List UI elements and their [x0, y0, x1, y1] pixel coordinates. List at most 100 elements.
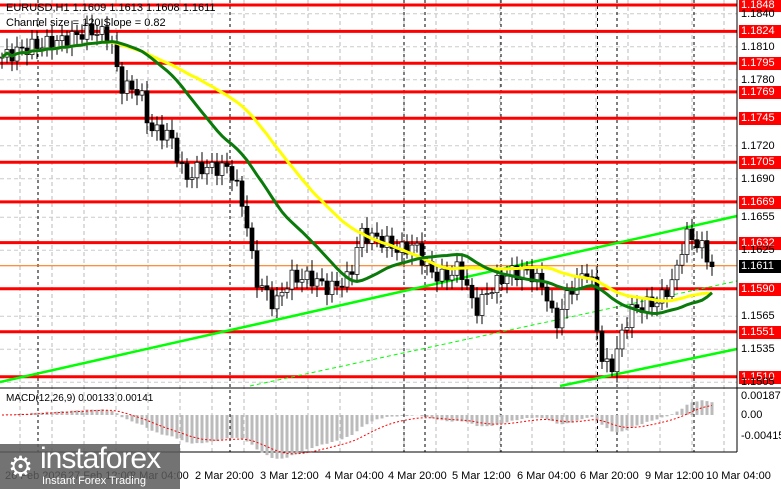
logo-tagline: Instant Forex Trading: [42, 475, 146, 487]
price-label: 1.1625: [741, 244, 775, 257]
candle-body: [564, 290, 570, 310]
price-chart[interactable]: [0, 0, 781, 489]
candle-body: [129, 80, 135, 90]
candle-body: [704, 240, 710, 263]
candle-body: [274, 295, 280, 310]
macd-bar: [225, 415, 229, 439]
macd-bar: [245, 415, 249, 442]
macd-bar: [445, 415, 449, 422]
macd-bar: [480, 415, 484, 427]
price-label: 1.1840: [741, 7, 775, 20]
price-label: 1.1824: [739, 25, 781, 39]
price-label: 1.1690: [741, 172, 775, 185]
candle-body: [244, 205, 250, 229]
macd-bar: [120, 415, 124, 418]
candle-body: [224, 162, 230, 167]
candle-body: [549, 300, 555, 309]
macd-bar: [420, 415, 424, 417]
macd-bar: [520, 415, 524, 419]
macd-bar: [325, 415, 329, 444]
candle-body: [254, 250, 260, 288]
candle-body: [169, 129, 175, 139]
candle-body: [449, 274, 455, 281]
macd-bar: [600, 415, 604, 425]
macd-bar: [215, 415, 219, 442]
candle-body: [234, 179, 240, 182]
candle-body: [444, 268, 450, 281]
candle-body: [189, 177, 195, 180]
macd-bar: [350, 415, 354, 435]
macd-bar: [85, 409, 89, 415]
macd-bar: [465, 415, 469, 423]
candle-body: [334, 280, 340, 287]
macd-bar: [635, 415, 639, 426]
candle-body: [199, 162, 205, 175]
macd-bar: [670, 414, 674, 415]
macd-bar: [650, 415, 654, 421]
macd-bar: [230, 415, 234, 439]
candle-body: [339, 285, 345, 288]
macd-bar: [160, 415, 164, 435]
macd-bar: [210, 415, 214, 442]
candle-body: [319, 278, 325, 282]
macd-bar: [440, 415, 444, 421]
macd-bar: [370, 415, 374, 422]
candle-body: [654, 302, 660, 308]
candle-body: [259, 285, 265, 288]
candle-body: [574, 276, 580, 295]
macd-bar: [235, 415, 239, 438]
macd-min-label: -0.00415: [741, 430, 781, 442]
price-label: 1.1669: [739, 195, 781, 209]
macd-bar: [485, 415, 489, 427]
candle-body: [219, 162, 225, 176]
macd-bar: [555, 415, 559, 424]
macd-bar: [710, 402, 714, 415]
candle-body: [329, 280, 335, 295]
macd-bar: [645, 415, 649, 422]
candle-body: [494, 274, 500, 293]
macd-bar: [620, 415, 624, 432]
logo-name: instaforex: [40, 442, 161, 475]
candle-body: [684, 228, 690, 255]
candle-body: [619, 329, 625, 350]
macd-bar: [135, 415, 139, 424]
candle-body: [19, 46, 25, 49]
candle-body: [154, 124, 160, 132]
macd-bar: [170, 415, 174, 437]
macd-bar: [190, 415, 194, 444]
chart-window[interactable]: EURUSD,H1 1.1609 1.1613 1.1608 1.1611 Ch…: [0, 0, 781, 489]
candle-body: [604, 358, 610, 362]
macd-bar: [330, 415, 334, 442]
time-label: 6 Mar 20:00: [580, 470, 639, 482]
macd-bar: [655, 415, 659, 420]
candle-body: [144, 90, 150, 124]
macd-bar: [400, 415, 404, 416]
candle-body: [79, 34, 85, 40]
macd-bar: [525, 415, 529, 419]
candle-body: [689, 228, 695, 241]
macd-bar: [340, 415, 344, 440]
candle-body: [484, 293, 490, 295]
price-label: 1.1535: [741, 343, 775, 356]
chart-title: EURUSD,H1 1.1609 1.1613 1.1608 1.1611: [6, 2, 216, 14]
macd-bar: [280, 415, 284, 459]
macd-bar: [285, 415, 289, 458]
macd-bar: [165, 415, 169, 436]
candle-body: [464, 279, 470, 286]
candle-body: [44, 35, 50, 49]
macd-bar: [640, 415, 644, 425]
candle-body: [269, 289, 275, 310]
candle-body: [209, 161, 215, 168]
macd-bar: [300, 415, 304, 452]
macd-bar: [295, 415, 299, 454]
price-label: 1.1590: [739, 282, 781, 296]
candle-body: [239, 180, 245, 207]
price-label: 1.1705: [739, 156, 781, 170]
candle-body: [459, 261, 465, 280]
candle-body: [94, 34, 100, 36]
macd-bar: [130, 415, 134, 422]
time-label: 9 Mar 12:00: [645, 470, 704, 482]
candle-body: [184, 162, 190, 180]
macd-bar: [125, 415, 129, 420]
candle-body: [434, 271, 440, 282]
